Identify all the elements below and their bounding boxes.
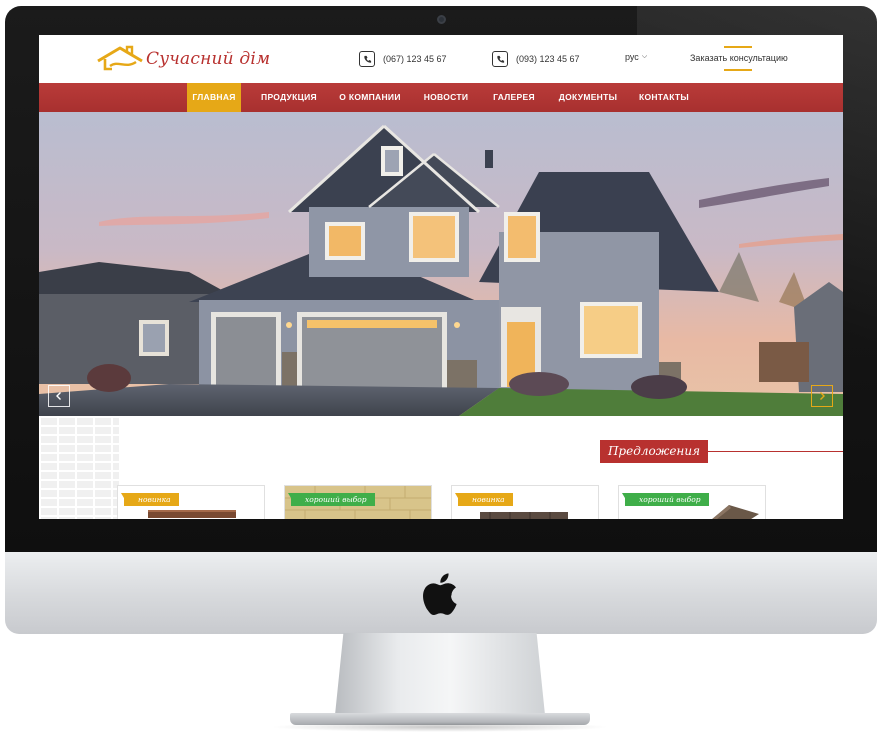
camera-icon [437, 15, 446, 24]
language-label: рус [625, 52, 639, 62]
product-card-1[interactable]: новинка [117, 485, 265, 519]
phone-1[interactable]: (067) 123 45 67 [359, 51, 447, 67]
nav-item-about[interactable]: О КОМПАНИИ [337, 83, 403, 112]
site-logo[interactable]: Сучасний дім [96, 45, 270, 73]
product-card-2[interactable]: хороший выбор [284, 485, 432, 519]
product-card-3[interactable]: новинка [451, 485, 599, 519]
imac-shadow [270, 722, 610, 732]
chevron-down-icon: ⌵ [641, 53, 648, 60]
badge-good-choice: хороший выбор [291, 493, 375, 506]
nav-item-home[interactable]: ГЛАВНАЯ [187, 83, 241, 112]
nav-item-products[interactable]: ПРОДУКЦИЯ [257, 83, 321, 112]
consultation-link[interactable]: Заказать консультацию [690, 53, 788, 63]
house-logo-icon [97, 45, 143, 71]
phone-2[interactable]: (093) 123 45 67 [492, 51, 580, 67]
hero-house-image [39, 112, 843, 416]
slider-prev-button[interactable] [48, 385, 70, 407]
apple-logo-icon [423, 573, 457, 616]
nav-item-contacts[interactable]: КОНТАКТЫ [635, 83, 693, 112]
consult-bottom-line [724, 69, 752, 71]
product-thumb-board [148, 510, 236, 518]
offers-title: Предложения [600, 440, 708, 463]
website-screen: Сучасний дім (067) 123 45 67 (093) 123 4… [39, 35, 843, 519]
chevron-right-icon [820, 392, 825, 400]
brick-pattern-decor [39, 416, 119, 519]
offers-divider [707, 451, 843, 452]
nav-item-documents[interactable]: ДОКУМЕНТЫ [557, 83, 619, 112]
phone-icon [492, 51, 508, 67]
product-thumb-panel [712, 505, 759, 519]
phone-icon [359, 51, 375, 67]
product-card-4[interactable]: хороший выбор [618, 485, 766, 519]
offers-section: Предложения новинка хороший выбор новинк… [39, 416, 843, 519]
badge-new: новинка [124, 493, 179, 506]
logo-text: Сучасний дім [146, 49, 271, 69]
phone-number-2: (093) 123 45 67 [516, 54, 580, 64]
nav-item-gallery[interactable]: ГАЛЕРЕЯ [488, 83, 540, 112]
imac-stand-neck [335, 633, 545, 715]
chevron-left-icon [56, 392, 61, 400]
product-thumb-decking [480, 512, 568, 519]
hero-slider[interactable] [39, 112, 843, 416]
main-nav: ГЛАВНАЯ ПРОДУКЦИЯ О КОМПАНИИ НОВОСТИ ГАЛ… [39, 83, 843, 112]
nav-item-news[interactable]: НОВОСТИ [420, 83, 472, 112]
badge-new: новинка [458, 493, 513, 506]
consult-top-line [724, 46, 752, 48]
language-selector[interactable]: рус ⌵ [625, 52, 647, 62]
site-header: Сучасний дім (067) 123 45 67 (093) 123 4… [39, 35, 843, 83]
slider-next-button[interactable] [811, 385, 833, 407]
phone-number-1: (067) 123 45 67 [383, 54, 447, 64]
